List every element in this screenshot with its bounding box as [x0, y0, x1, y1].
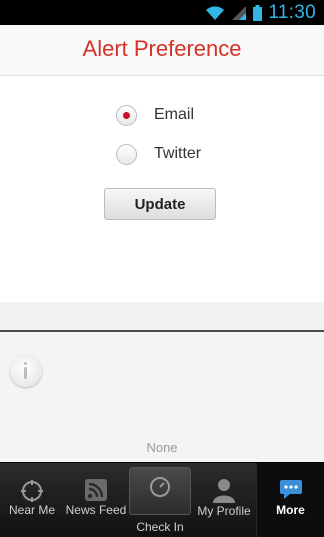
email-radio-button[interactable] [116, 104, 137, 126]
check-in-icon [150, 477, 170, 497]
profile-icon [213, 479, 235, 503]
empty-state-text: None [146, 440, 178, 455]
nav-item-news-feed[interactable]: News Feed [64, 463, 128, 537]
radio-option-twitter[interactable]: Twitter [116, 143, 201, 165]
twitter-radio-button[interactable] [116, 143, 137, 165]
nav-label-near-me: Near Me [8, 503, 55, 517]
signal-icon [232, 5, 247, 20]
nav-label-news-feed: News Feed [65, 503, 127, 517]
wifi-icon [206, 5, 225, 20]
radio-option-email[interactable]: Email [116, 104, 194, 126]
nav-item-near-me[interactable]: Near Me [0, 463, 64, 537]
lower-panel: None [0, 332, 324, 462]
nav-label-my-profile: My Profile [197, 504, 251, 518]
page-header: Alert Preference [0, 25, 324, 76]
compass-icon [21, 480, 43, 502]
nav-label-more: More [276, 503, 305, 517]
nav-item-my-profile[interactable]: My Profile [192, 463, 256, 537]
nav-item-more[interactable]: More [256, 463, 324, 537]
battery-icon [253, 4, 263, 21]
nav-label-check-in: Check In [136, 520, 184, 534]
status-time: 11:30 [268, 1, 316, 23]
alert-preferences-panel: Email Twitter Update [0, 76, 324, 302]
status-bar: 11:30 [0, 0, 324, 25]
status-icons: 11:30 [205, 2, 316, 23]
bottom-navigation: Near Me News Feed Check In My Profile Mo… [0, 462, 324, 537]
rss-icon [85, 479, 107, 501]
radio-selected-dot [123, 111, 130, 119]
page-title: Alert Preference [82, 36, 242, 61]
twitter-option-label: Twitter [154, 145, 202, 162]
email-option-label: Email [154, 106, 195, 123]
update-button[interactable]: Update [104, 188, 216, 220]
nav-item-check-in[interactable]: Check In [128, 463, 192, 537]
info-icon[interactable] [10, 355, 42, 387]
chat-bubble-icon [279, 480, 302, 499]
